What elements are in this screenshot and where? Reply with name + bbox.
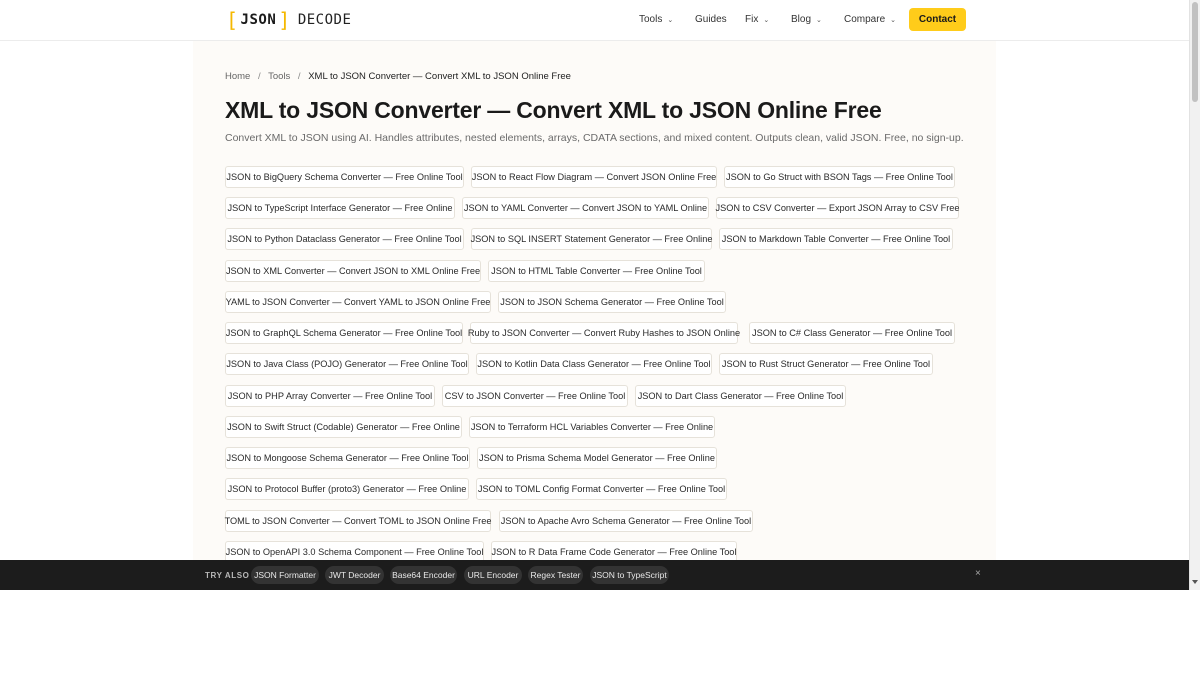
related-tool-link[interactable]: TOML to JSON Converter — Convert TOML to… xyxy=(225,510,491,532)
related-tool-link[interactable]: JSON to GraphQL Schema Generator — Free … xyxy=(225,322,463,344)
scroll-down-arrow-icon[interactable] xyxy=(1192,580,1198,584)
breadcrumb-separator: / xyxy=(297,71,301,82)
related-tool-link[interactable]: JSON to Dart Class Generator — Free Onli… xyxy=(635,385,846,407)
nav-compare-label: Compare xyxy=(844,14,886,25)
browser-viewport: [ JSON ] DECODE Tools ⌄ Guides Fix ⌄ Blo… xyxy=(0,0,1200,590)
related-tool-link[interactable]: JSON to HTML Table Converter — Free Onli… xyxy=(488,260,705,282)
related-tool-link[interactable]: JSON to PHP Array Converter — Free Onlin… xyxy=(225,385,435,407)
related-tool-link[interactable]: JSON to C# Class Generator — Free Online… xyxy=(749,322,955,344)
nav-tools-label: Tools xyxy=(639,14,663,25)
chevron-down-icon: ⌄ xyxy=(763,16,770,24)
related-tool-link[interactable]: JSON to Go Struct with BSON Tags — Free … xyxy=(724,166,955,188)
related-tool-link[interactable]: Ruby to JSON Converter — Convert Ruby Ha… xyxy=(468,322,740,344)
site-logo[interactable]: [ JSON ] DECODE xyxy=(226,9,351,31)
related-tool-link[interactable]: JSON to Kotlin Data Class Generator — Fr… xyxy=(476,353,712,375)
related-tool-link[interactable]: JSON to CSV Converter — Export JSON Arra… xyxy=(715,197,960,219)
try-also-pill[interactable]: JSON Formatter xyxy=(251,566,319,584)
nav-guides-label: Guides xyxy=(695,14,727,25)
try-also-pill[interactable]: Base64 Encoder xyxy=(390,566,457,584)
related-tool-link[interactable]: JSON to React Flow Diagram — Convert JSO… xyxy=(471,166,717,188)
related-tool-link[interactable]: JSON to Java Class (POJO) Generator — Fr… xyxy=(225,353,469,375)
related-tool-link[interactable]: JSON to BigQuery Schema Converter — Free… xyxy=(225,166,464,188)
site-header: [ JSON ] DECODE Tools ⌄ Guides Fix ⌄ Blo… xyxy=(0,0,1189,41)
breadcrumb-tools[interactable]: Tools xyxy=(268,71,290,82)
logo-bracket-open: [ xyxy=(226,8,239,32)
related-tool-link[interactable]: JSON to XML Converter — Convert JSON to … xyxy=(225,260,481,282)
try-also-pill[interactable]: JSON to TypeScript xyxy=(590,566,669,584)
scrollbar-thumb[interactable] xyxy=(1192,2,1198,102)
related-tool-link[interactable]: JSON to Terraform HCL Variables Converte… xyxy=(469,416,715,438)
related-tool-link[interactable]: JSON to Mongoose Schema Generator — Free… xyxy=(225,447,470,469)
nav-fix[interactable]: Fix ⌄ xyxy=(745,14,769,25)
breadcrumb-current: XML to JSON Converter — Convert XML to J… xyxy=(308,71,571,82)
breadcrumb-separator: / xyxy=(257,71,261,82)
nav-fix-label: Fix xyxy=(745,14,759,25)
page-scrollbar[interactable] xyxy=(1189,0,1200,590)
nav-guides[interactable]: Guides xyxy=(695,14,727,25)
breadcrumb-home[interactable]: Home xyxy=(225,71,250,82)
related-tool-link[interactable]: JSON to SQL INSERT Statement Generator —… xyxy=(471,228,712,250)
logo-decode-text: DECODE xyxy=(297,12,352,28)
related-tool-link[interactable]: YAML to JSON Converter — Convert YAML to… xyxy=(225,291,491,313)
nav-compare[interactable]: Compare ⌄ xyxy=(844,14,896,25)
page-description: Convert XML to JSON using AI. Handles at… xyxy=(225,132,964,144)
related-tool-link[interactable]: JSON to Rust Struct Generator — Free Onl… xyxy=(719,353,933,375)
logo-json-text: JSON xyxy=(240,12,277,28)
related-tool-link[interactable]: JSON to YAML Converter — Convert JSON to… xyxy=(462,197,709,219)
try-also-bar: TRY ALSO JSON Formatter JWT Decoder Base… xyxy=(0,560,1189,590)
chevron-down-icon: ⌄ xyxy=(667,16,674,24)
try-also-label: TRY ALSO xyxy=(205,571,250,580)
nav-tools[interactable]: Tools ⌄ xyxy=(639,14,673,25)
page-title: XML to JSON Converter — Convert XML to J… xyxy=(225,97,882,123)
try-also-pill[interactable]: Regex Tester xyxy=(528,566,583,584)
related-tool-link[interactable]: JSON to TypeScript Interface Generator —… xyxy=(225,197,455,219)
nav-blog[interactable]: Blog ⌄ xyxy=(791,14,822,25)
related-tool-link[interactable]: JSON to Protocol Buffer (proto3) Generat… xyxy=(225,478,469,500)
related-tool-link[interactable]: JSON to Python Dataclass Generator — Fre… xyxy=(225,228,464,250)
breadcrumb: Home / Tools / XML to JSON Converter — C… xyxy=(225,71,571,82)
related-tool-link[interactable]: JSON to Prisma Schema Model Generator — … xyxy=(477,447,717,469)
try-also-pill[interactable]: JWT Decoder xyxy=(325,566,384,584)
chevron-down-icon: ⌄ xyxy=(816,16,822,24)
contact-button[interactable]: Contact xyxy=(909,8,966,31)
related-tool-link[interactable]: JSON to Apache Avro Schema Generator — F… xyxy=(499,510,753,532)
main-content: Home / Tools / XML to JSON Converter — C… xyxy=(193,41,996,590)
try-also-pill[interactable]: URL Encoder xyxy=(464,566,522,584)
related-tool-link[interactable]: JSON to JSON Schema Generator — Free Onl… xyxy=(498,291,726,313)
related-tool-link[interactable]: JSON to Swift Struct (Codable) Generator… xyxy=(225,416,462,438)
chevron-down-icon: ⌄ xyxy=(890,16,897,24)
logo-bracket-close: ] xyxy=(278,8,291,32)
related-tool-link[interactable]: CSV to JSON Converter — Free Online Tool xyxy=(442,385,628,407)
related-tool-link[interactable]: JSON to Markdown Table Converter — Free … xyxy=(719,228,953,250)
nav-blog-label: Blog xyxy=(791,14,812,25)
close-icon[interactable]: × xyxy=(975,568,981,579)
related-tool-link[interactable]: JSON to TOML Config Format Converter — F… xyxy=(476,478,727,500)
